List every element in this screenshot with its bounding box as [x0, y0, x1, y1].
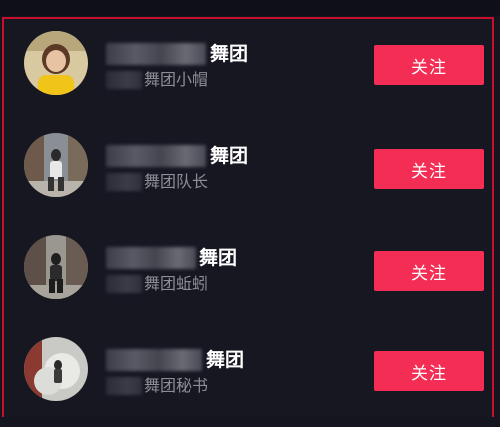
- subtitle-redacted: [106, 173, 142, 191]
- user-list: 舞团 舞团小帽 关注 舞团 舞团队长 关注 舞团 舞团蚯蚓 关注 舞团 舞团秘书…: [2, 17, 494, 417]
- user-subtitle: 舞团秘书: [144, 376, 209, 395]
- subtitle-redacted: [106, 377, 142, 395]
- name-redacted: [106, 349, 202, 371]
- name-redacted: [106, 43, 206, 65]
- follow-button[interactable]: 关注: [374, 251, 484, 291]
- user-name-suffix: 舞团: [206, 349, 245, 371]
- avatar[interactable]: [24, 133, 88, 197]
- avatar[interactable]: [24, 235, 88, 299]
- list-item[interactable]: 舞团 舞团蚯蚓 关注: [4, 223, 492, 325]
- top-strip: [0, 0, 500, 16]
- user-name-suffix: 舞团: [210, 43, 249, 65]
- list-item[interactable]: 舞团 舞团队长 关注: [4, 121, 492, 223]
- user-subtitle: 舞团小帽: [144, 70, 209, 89]
- subtitle-redacted: [106, 71, 142, 89]
- user-subtitle: 舞团队长: [144, 172, 209, 191]
- list-item[interactable]: 舞团 舞团小帽 关注: [4, 19, 492, 121]
- list-item[interactable]: 舞团 舞团秘书 关注: [4, 325, 492, 427]
- follow-button[interactable]: 关注: [374, 45, 484, 85]
- follow-button[interactable]: 关注: [374, 351, 484, 391]
- avatar[interactable]: [24, 337, 88, 401]
- subtitle-redacted: [106, 275, 142, 293]
- name-redacted: [106, 145, 206, 167]
- user-name-suffix: 舞团: [199, 247, 238, 269]
- name-redacted: [106, 247, 196, 269]
- user-subtitle: 舞团蚯蚓: [144, 274, 209, 293]
- avatar[interactable]: [24, 31, 88, 95]
- follow-button[interactable]: 关注: [374, 149, 484, 189]
- user-name-suffix: 舞团: [210, 145, 249, 167]
